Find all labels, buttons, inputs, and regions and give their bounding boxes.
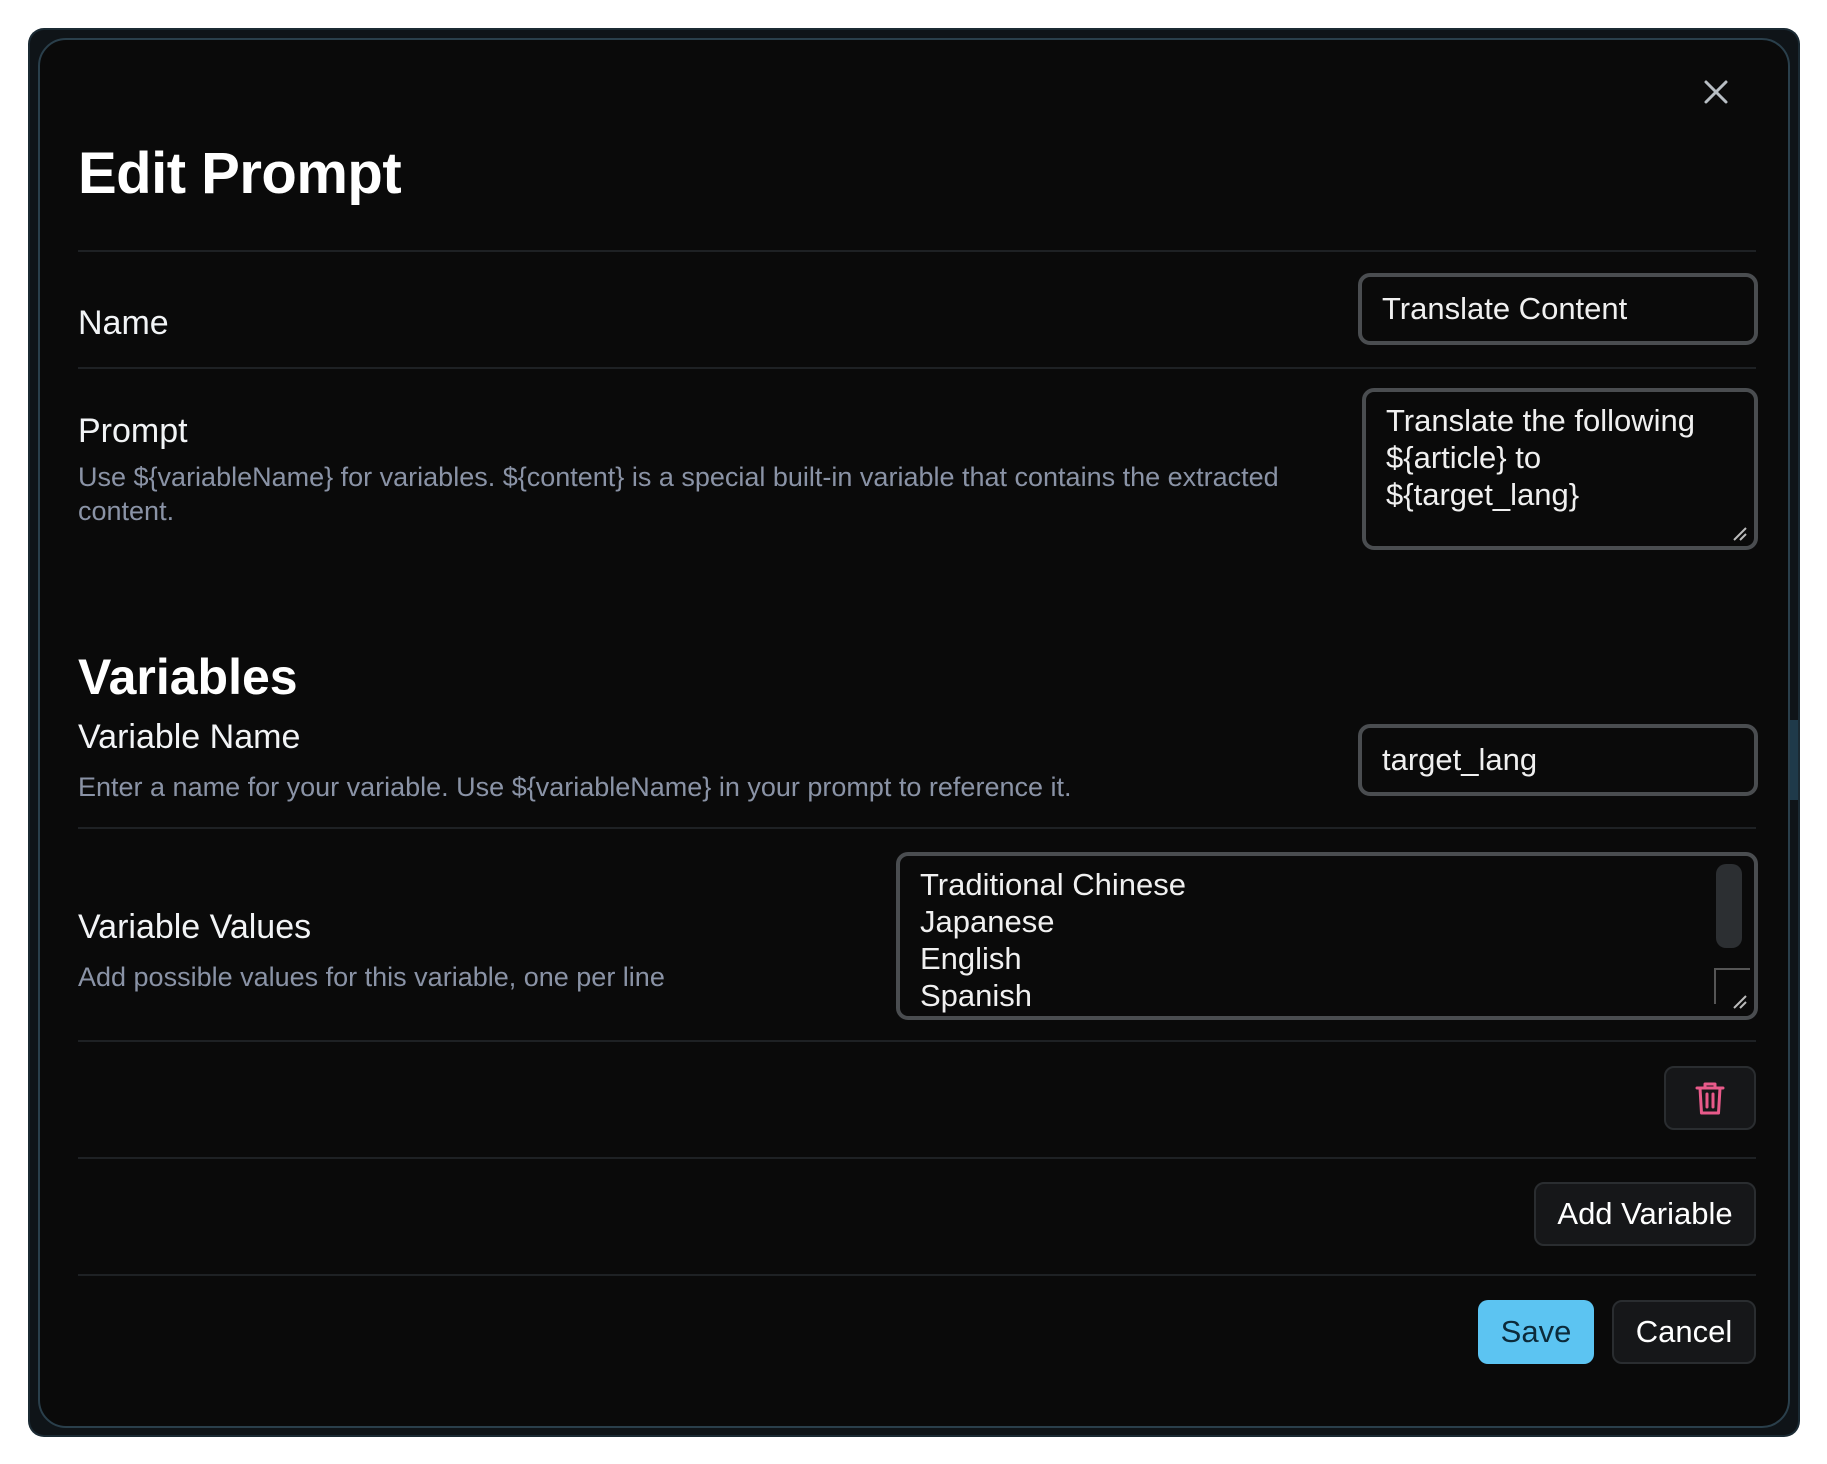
name-label: Name: [78, 304, 169, 342]
cancel-button[interactable]: Cancel: [1612, 1300, 1756, 1364]
resize-handle-icon[interactable]: [1730, 992, 1750, 1012]
prompt-label: Prompt: [78, 412, 188, 450]
edit-prompt-dialog: Edit Prompt Name Prompt Use ${variableNa…: [38, 38, 1790, 1428]
close-button[interactable]: [1688, 64, 1744, 120]
variable-name-label: Variable Name: [78, 718, 301, 756]
divider: [78, 1040, 1756, 1042]
background-strip: [1790, 720, 1798, 800]
scrollbar-thumb[interactable]: [1716, 864, 1742, 948]
divider: [78, 367, 1756, 369]
resize-handle-icon[interactable]: [1730, 524, 1750, 544]
variable-values-textarea[interactable]: Traditional Chinese Japanese English Spa…: [896, 852, 1758, 1020]
dialog-title: Edit Prompt: [78, 141, 402, 206]
name-input[interactable]: [1358, 273, 1758, 345]
prompt-textarea[interactable]: Translate the following ${article} to ${…: [1362, 388, 1758, 550]
divider: [78, 250, 1756, 252]
variable-name-description: Enter a name for your variable. Use ${va…: [78, 772, 1072, 802]
divider: [78, 1157, 1756, 1159]
divider: [78, 1274, 1756, 1276]
save-button[interactable]: Save: [1478, 1300, 1594, 1364]
add-variable-button[interactable]: Add Variable: [1534, 1182, 1756, 1246]
variable-values-description: Add possible values for this variable, o…: [78, 962, 665, 992]
prompt-description: Use ${variableName} for variables. ${con…: [78, 462, 1279, 526]
variable-values-label: Variable Values: [78, 908, 312, 946]
trash-icon: [1695, 1082, 1725, 1115]
variable-name-input[interactable]: [1358, 724, 1758, 796]
delete-variable-button[interactable]: [1664, 1066, 1756, 1130]
variables-heading: Variables: [78, 649, 298, 705]
divider: [78, 827, 1756, 829]
close-icon: [1704, 80, 1728, 104]
